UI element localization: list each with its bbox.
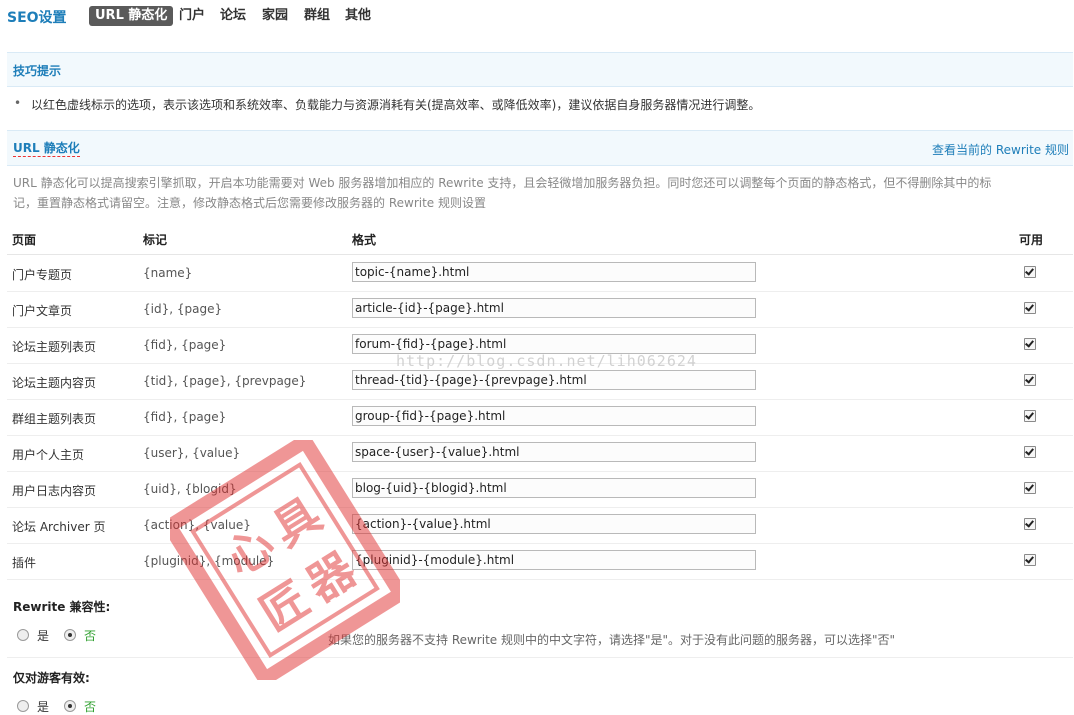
format-input[interactable] (352, 370, 756, 390)
tips-title: 技巧提示 (13, 64, 62, 78)
tab-portal[interactable]: 门户 (173, 6, 211, 26)
format-input[interactable] (352, 514, 756, 534)
format-input[interactable] (352, 442, 756, 462)
tab-url-static[interactable]: URL 静态化 (89, 6, 174, 26)
stamp-watermark: 心 具 匠 器 (170, 440, 400, 680)
row-page-name: 用户日志内容页 (12, 484, 97, 498)
format-input[interactable] (352, 334, 756, 354)
rewrite-compat-yes-label[interactable]: 是 (37, 627, 49, 644)
guest-only-no-label[interactable]: 否 (84, 698, 96, 715)
guest-only-title: 仅对游客有效: (13, 671, 90, 685)
enabled-checkbox[interactable] (1024, 374, 1036, 386)
enabled-checkbox[interactable] (1024, 266, 1036, 278)
guest-only-no-radio[interactable] (64, 700, 76, 712)
rewrite-compat-hint: 如果您的服务器不支持 Rewrite 规则中的中文字符，请选择"是"。对于没有此… (328, 633, 896, 647)
enabled-checkbox[interactable] (1024, 338, 1036, 350)
format-input[interactable] (352, 262, 756, 282)
page-brand: SEO设置 (7, 10, 67, 26)
format-input[interactable] (352, 406, 756, 426)
row-page-name: 门户文章页 (12, 304, 73, 318)
divider (7, 657, 1073, 658)
row-marks: {id}, {page} (143, 302, 223, 316)
row-page-name: 论坛 Archiver 页 (12, 520, 106, 534)
table-row: 门户文章页 {id}, {page} (7, 291, 1073, 328)
enabled-checkbox[interactable] (1024, 518, 1036, 530)
col-mark: 标记 (143, 233, 168, 247)
table-row: 论坛 Archiver 页 {action}, {value} (7, 507, 1073, 544)
table-row: 插件 {pluginid}, {module} (7, 543, 1073, 580)
enabled-checkbox[interactable] (1024, 446, 1036, 458)
tab-forum[interactable]: 论坛 (214, 6, 252, 26)
row-page-name: 群组主题列表页 (12, 412, 97, 426)
section-title: URL 静态化 (13, 141, 80, 157)
format-input[interactable] (352, 298, 756, 318)
rewrite-compat-title: Rewrite 兼容性: (13, 600, 111, 614)
rewrite-compat-yes-radio[interactable] (17, 629, 29, 641)
view-rewrite-rules-link[interactable]: 查看当前的 Rewrite 规则 (932, 141, 1069, 158)
format-input[interactable] (352, 550, 756, 570)
tab-other[interactable]: 其他 (339, 6, 377, 26)
enabled-checkbox[interactable] (1024, 482, 1036, 494)
watermark-url: http://blog.csdn.net/lih062624 (396, 352, 697, 370)
row-marks: {tid}, {page}, {prevpage} (143, 374, 307, 388)
row-page-name: 论坛主题列表页 (12, 340, 97, 354)
guest-only-yes-label[interactable]: 是 (37, 698, 49, 715)
enabled-checkbox[interactable] (1024, 410, 1036, 422)
table-header: 页面 标记 格式 可用 (7, 222, 1073, 255)
section-description: URL 静态化可以提高搜索引擎抓取，开启本功能需要对 Web 服务器增加相应的 … (13, 176, 992, 210)
row-marks: {fid}, {page} (143, 410, 227, 424)
tab-group[interactable]: 群组 (298, 6, 336, 26)
tips-header: 技巧提示 (7, 52, 1073, 87)
col-format: 格式 (352, 233, 377, 247)
section-header: URL 静态化 查看当前的 Rewrite 规则 (7, 130, 1073, 166)
format-input[interactable] (352, 478, 756, 498)
guest-only-yes-radio[interactable] (17, 700, 29, 712)
row-page-name: 门户专题页 (12, 268, 73, 282)
rewrite-compat-no-radio[interactable] (64, 629, 76, 641)
table-row: 群组主题列表页 {fid}, {page} (7, 399, 1073, 436)
row-page-name: 论坛主题内容页 (12, 376, 97, 390)
enabled-checkbox[interactable] (1024, 554, 1036, 566)
row-marks: {name} (143, 266, 193, 280)
col-enabled: 可用 (1019, 233, 1044, 247)
row-marks: {fid}, {page} (143, 338, 227, 352)
row-page-name: 插件 (12, 556, 37, 570)
tab-home[interactable]: 家园 (256, 6, 294, 26)
enabled-checkbox[interactable] (1024, 302, 1036, 314)
row-page-name: 用户个人主页 (12, 448, 85, 462)
table-row: 门户专题页 {name} (7, 255, 1073, 292)
col-page: 页面 (12, 233, 37, 247)
table-row: 用户个人主页 {user}, {value} (7, 435, 1073, 472)
table-row: 用户日志内容页 {uid}, {blogid} (7, 471, 1073, 508)
top-nav: SEO设置 URL 静态化 门户 论坛 家园 群组 其他 (0, 0, 1074, 34)
tip-bullet: • (14, 96, 22, 110)
rewrite-compat-no-label[interactable]: 否 (84, 627, 96, 644)
tip-text: 以红色虚线标示的选项，表示该选项和系统效率、负载能力与资源消耗有关(提高效率、或… (31, 98, 761, 112)
